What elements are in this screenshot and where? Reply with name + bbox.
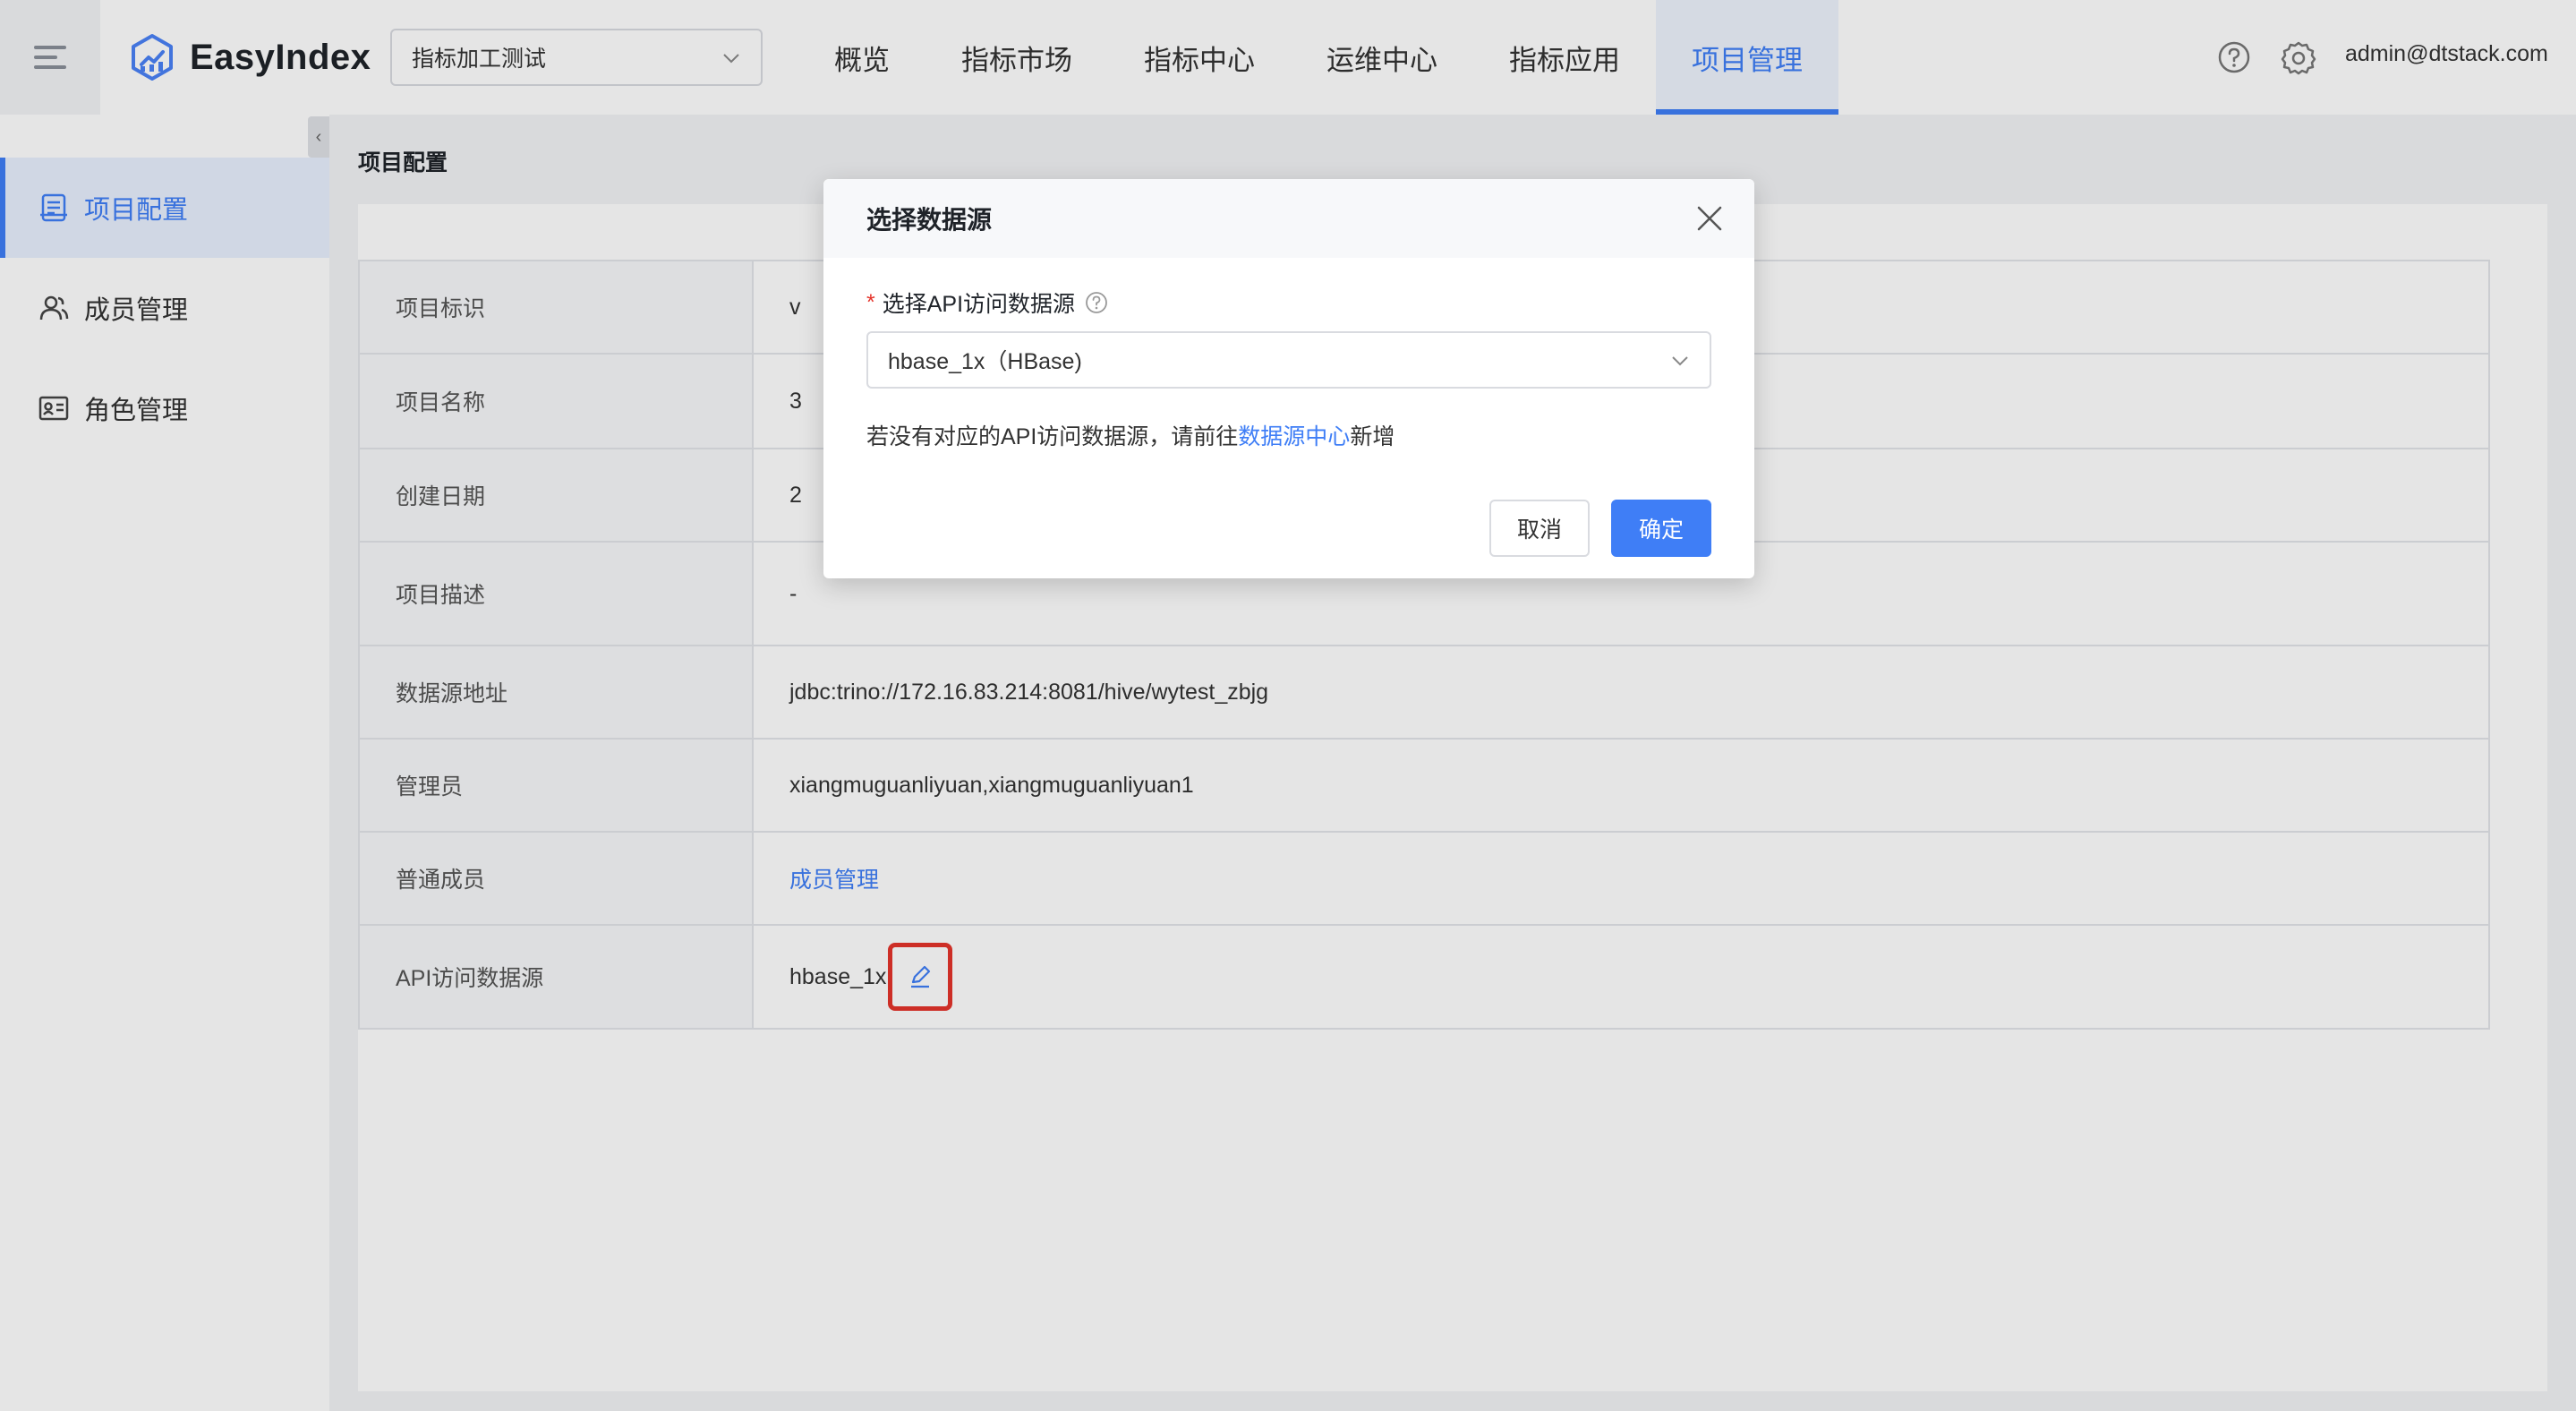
select-datasource-modal: 选择数据源 * 选择API访问数据源 hbase_1x（HBase) 若没有对应… [823, 179, 1754, 578]
confirm-button[interactable]: 确定 [1611, 500, 1711, 557]
datasource-select[interactable]: hbase_1x（HBase) [866, 331, 1711, 389]
hint-suffix: 新增 [1350, 424, 1395, 449]
modal-body: * 选择API访问数据源 hbase_1x（HBase) 若没有对应的API访问… [866, 286, 1711, 451]
modal-header: 选择数据源 [823, 179, 1754, 258]
question-circle-icon[interactable] [1084, 290, 1109, 315]
datasource-center-link[interactable]: 数据源中心 [1238, 424, 1350, 449]
datasource-hint: 若没有对应的API访问数据源，请前往数据源中心新增 [866, 419, 1711, 451]
chevron-down-icon [1672, 356, 1688, 366]
cancel-button[interactable]: 取消 [1489, 500, 1590, 557]
hint-prefix: 若没有对应的API访问数据源，请前往 [866, 424, 1239, 449]
field-label-text: 选择API访问数据源 [882, 292, 1076, 317]
required-mark: * [866, 289, 875, 315]
datasource-select-value: hbase_1x（HBase) [888, 349, 1082, 374]
datasource-field-label: * 选择API访问数据源 [866, 286, 1711, 319]
close-icon[interactable] [1692, 201, 1727, 236]
modal-title: 选择数据源 [866, 206, 993, 234]
